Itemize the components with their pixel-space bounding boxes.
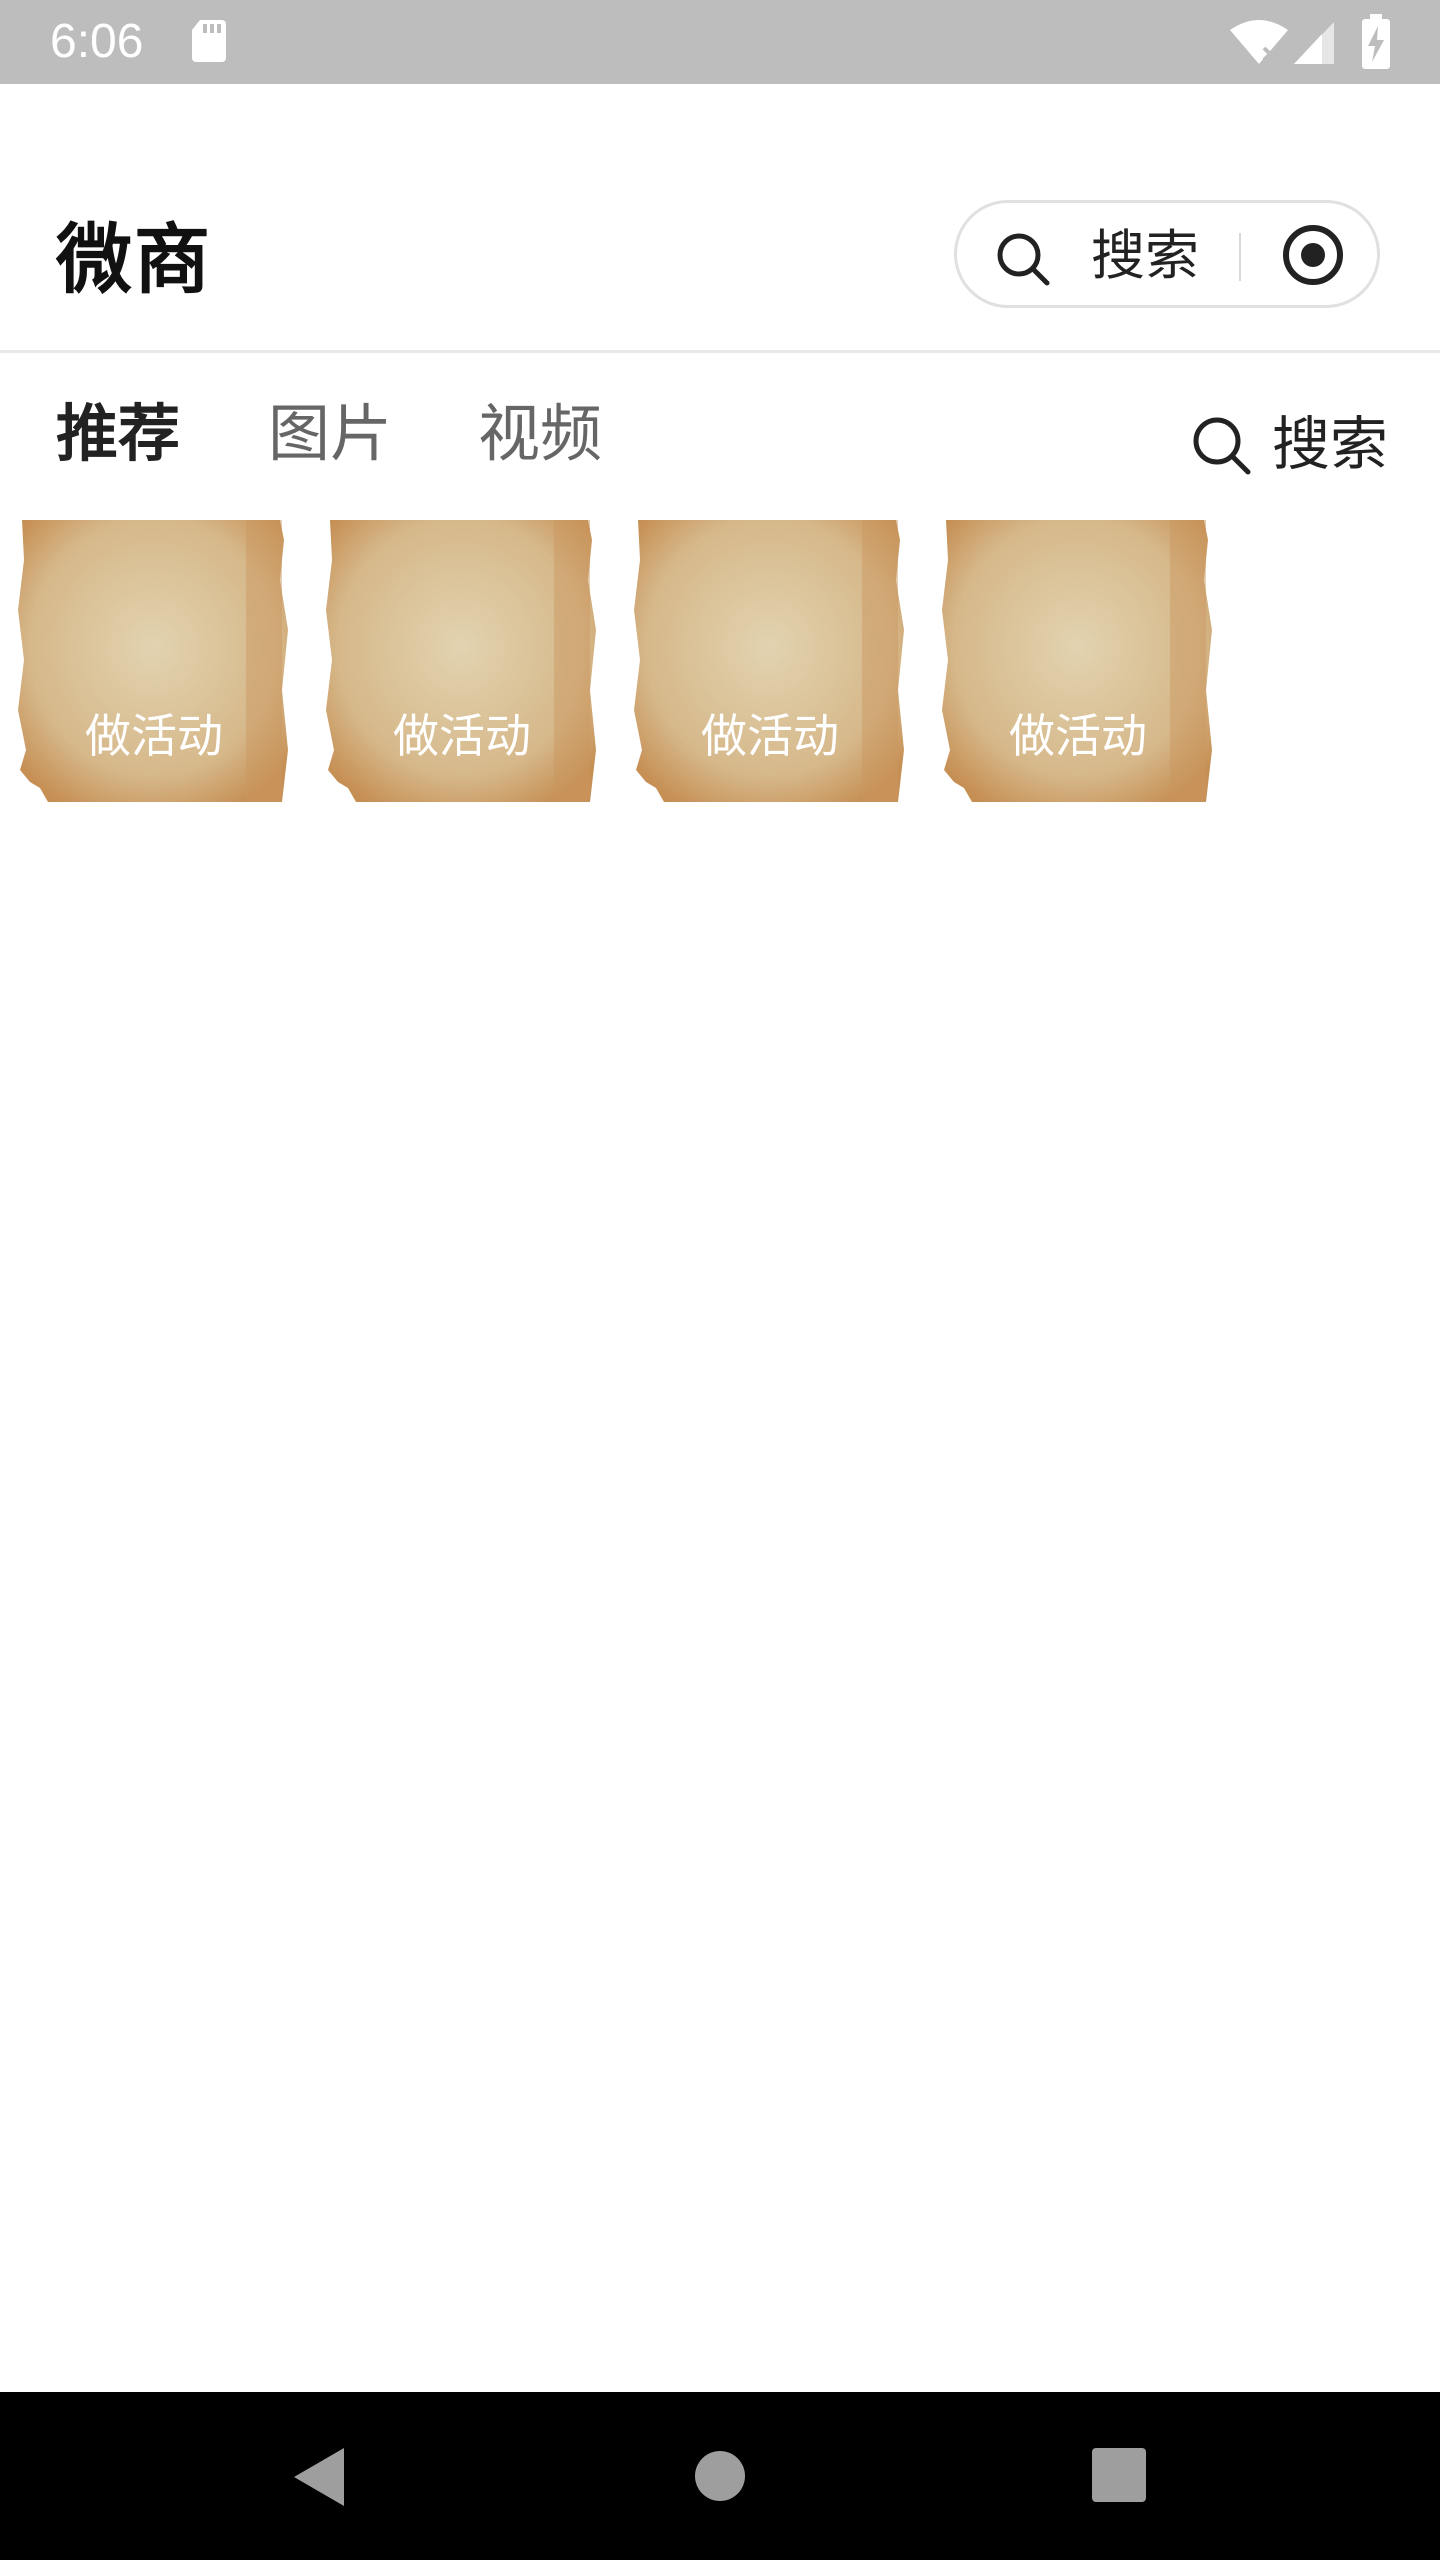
activity-card[interactable]: 做活动 xyxy=(326,520,598,802)
recents-icon[interactable] xyxy=(1092,2448,1146,2502)
capsule-divider xyxy=(1239,233,1241,281)
tab-search-label: 搜索 xyxy=(1272,410,1389,478)
activity-card[interactable]: 做活动 xyxy=(18,520,290,802)
activity-card[interactable]: 做活动 xyxy=(634,520,906,802)
home-icon[interactable] xyxy=(694,2450,746,2502)
tab-bar: 推荐 图片 视频 搜索 xyxy=(0,360,1440,510)
target-icon[interactable] xyxy=(1281,223,1345,287)
status-time: 6:06 xyxy=(50,15,144,68)
card-label: 做活动 xyxy=(393,709,531,763)
activity-card[interactable]: 做活动 xyxy=(942,520,1214,802)
search-icon xyxy=(1193,417,1251,475)
card-grid: 做活动 做活动 做活动 做活动 xyxy=(0,520,1440,805)
battery-charging-icon xyxy=(1362,14,1390,69)
sd-card-icon xyxy=(192,20,226,62)
search-capsule[interactable]: 搜索 xyxy=(954,200,1380,308)
tab-videos[interactable]: 视频 xyxy=(478,394,602,474)
system-nav-bar xyxy=(0,2392,1440,2560)
tab-images[interactable]: 图片 xyxy=(268,394,392,474)
tab-search-button[interactable]: 搜索 xyxy=(1190,404,1390,484)
back-icon[interactable] xyxy=(288,2442,358,2512)
wifi-off-icon xyxy=(1230,20,1288,64)
card-label: 做活动 xyxy=(1009,709,1147,763)
tab-recommend[interactable]: 推荐 xyxy=(56,394,180,474)
signal-icon xyxy=(1294,22,1334,64)
card-label: 做活动 xyxy=(701,709,839,763)
page-title: 微商 xyxy=(56,215,212,304)
status-bar: 6:06 xyxy=(0,0,1440,84)
capsule-search-label[interactable]: 搜索 xyxy=(1091,225,1199,287)
search-icon[interactable] xyxy=(995,231,1051,287)
header-divider xyxy=(0,350,1440,353)
card-label: 做活动 xyxy=(85,709,223,763)
